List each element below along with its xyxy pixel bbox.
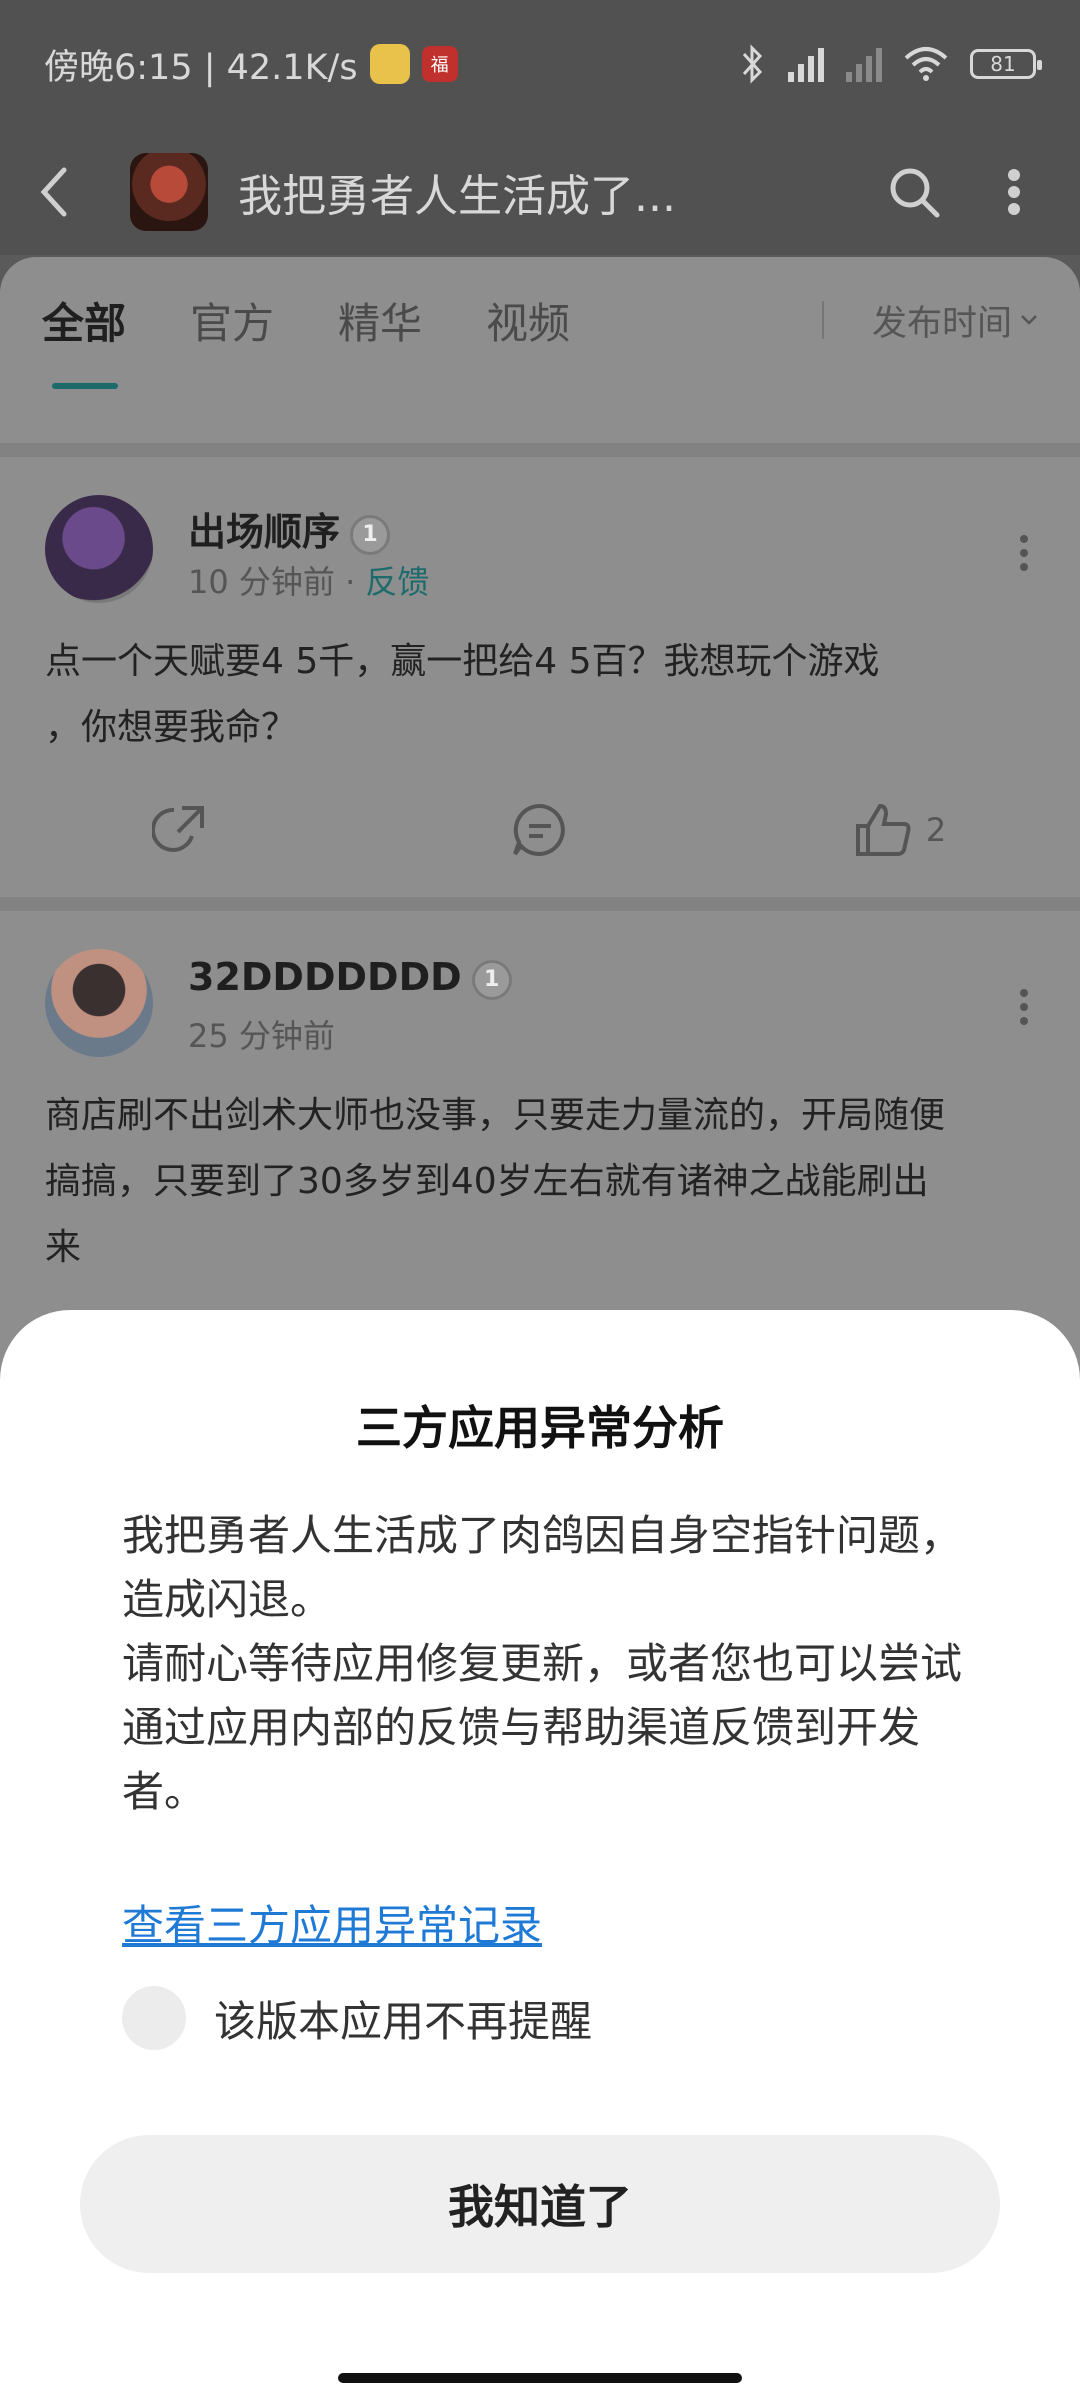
like-count: 2 — [925, 811, 947, 849]
post-meta: 10 分钟前 · 反馈 — [188, 557, 429, 603]
notification-badge: 福 — [421, 46, 458, 82]
app-crash-dialog: 三方应用异常分析 我把勇者人生活成了肉鸽因自身空指针问题，造成闪退。 请耐心等待… — [0, 1310, 1080, 2400]
comment-button[interactable] — [360, 795, 720, 865]
post-more-button[interactable] — [1020, 535, 1030, 571]
post-text-line: 来 — [45, 1227, 82, 1268]
sort-divider — [821, 301, 824, 339]
tab-bar: 全部 官方 精华 视频 发布时间 — [0, 265, 1080, 389]
back-button[interactable] — [36, 162, 86, 222]
post-text-line: ，你想要我命？ — [45, 707, 298, 748]
app-header: 我把勇者人生活成了... — [0, 128, 1080, 255]
avatar[interactable] — [45, 949, 153, 1057]
post-body[interactable]: 点一个天赋要4 5千，赢一把给4 5百？我想玩个游戏 ，你想要我命？ — [45, 629, 1035, 761]
top-bar: 傍晚6:15 | 42.1K/s 福 81 我把勇者人生活成了... — [0, 0, 1080, 255]
tab-all[interactable]: 全部 — [42, 290, 126, 389]
search-button[interactable] — [884, 162, 944, 222]
sort-label: 发布时间 — [871, 303, 1012, 344]
dialog-message-line: 请耐心等待应用修复更新，或者您也可以尝试通过应用内部的反馈与帮助渠道反馈到开发者… — [122, 1639, 963, 1816]
share-button[interactable] — [0, 795, 360, 865]
post-meta: 25 分钟前 — [188, 1011, 335, 1057]
bluetooth-icon — [742, 44, 763, 84]
post-time: 25 分钟前 — [188, 1017, 335, 1055]
comment-icon — [513, 803, 565, 856]
status-bar: 傍晚6:15 | 42.1K/s 福 81 — [0, 0, 1080, 128]
level-badge: 1 — [350, 514, 391, 555]
share-icon — [152, 806, 204, 852]
battery-icon: 81 — [970, 49, 1042, 79]
thumbs-up-icon — [855, 803, 911, 856]
post-author-name: 32DDDDDDD — [188, 955, 462, 999]
dialog-message-line: 我把勇者人生活成了肉鸽因自身空指针问题，造成闪退。 — [122, 1511, 963, 1624]
meta-separator: · — [345, 563, 356, 601]
divider — [0, 897, 1080, 911]
app-icon — [130, 152, 208, 231]
signal-icon-2 — [846, 46, 882, 82]
tab-official[interactable]: 官方 — [190, 290, 274, 351]
post-author[interactable]: 32DDDDDDD 1 — [188, 955, 512, 1000]
avatar[interactable] — [45, 495, 153, 603]
sort-dropdown[interactable]: 发布时间 — [821, 295, 1038, 346]
checkbox-circle[interactable] — [122, 1986, 186, 2050]
more-options-button[interactable] — [984, 162, 1044, 222]
checkbox-label: 该版本应用不再提醒 — [214, 1996, 593, 2046]
chevron-left-icon — [40, 167, 67, 216]
got-it-button[interactable]: 我知道了 — [80, 2135, 1000, 2273]
post-text-line: 点一个天赋要4 5千，赢一把给4 5百？我想玩个游戏 — [45, 641, 880, 682]
post-tag[interactable]: 反馈 — [365, 563, 429, 601]
tab-featured[interactable]: 精华 — [338, 290, 422, 351]
search-icon — [890, 168, 940, 217]
post-more-button[interactable] — [1020, 989, 1030, 1025]
post-author-name: 出场顺序 — [188, 510, 341, 554]
divider — [0, 443, 1080, 457]
chevron-down-icon — [1021, 315, 1037, 325]
tab-video[interactable]: 视频 — [486, 290, 570, 351]
status-time: 傍晚6:15 | 42.1K/s — [44, 47, 358, 88]
view-crash-records-link[interactable]: 查看三方应用异常记录 — [122, 1892, 542, 1953]
post-card[interactable]: 出场顺序 1 10 分钟前 · 反馈 点一个天赋要4 5千，赢一把给4 5百？我想… — [0, 457, 1080, 897]
like-button[interactable]: 2 — [720, 795, 1080, 865]
wifi-icon — [904, 47, 948, 81]
post-time: 10 分钟前 — [188, 563, 335, 601]
dialog-message: 我把勇者人生活成了肉鸽因自身空指针问题，造成闪退。 请耐心等待应用修复更新，或者… — [122, 1504, 962, 1824]
dialog-title: 三方应用异常分析 — [356, 1401, 724, 1455]
post-actions: 2 — [0, 795, 1080, 865]
signal-icon — [788, 46, 824, 82]
notification-icon — [369, 44, 410, 84]
home-indicator[interactable] — [338, 2373, 742, 2383]
post-text-line: 商店刷不出剑术大师也没事，只要走力量流的，开局随便 — [45, 1095, 946, 1136]
post-body[interactable]: 商店刷不出剑术大师也没事，只要走力量流的，开局随便 搞搞，只要到了30多岁到40… — [45, 1083, 1035, 1281]
post-text-line: 搞搞，只要到了30多岁到40岁左右就有诸神之战能刷出 — [45, 1161, 929, 1202]
more-vertical-icon — [1008, 168, 1020, 215]
dont-remind-checkbox[interactable]: 该版本应用不再提醒 — [122, 1986, 592, 2050]
level-badge: 1 — [471, 959, 512, 1000]
post-author[interactable]: 出场顺序 1 — [188, 501, 391, 556]
page-title: 我把勇者人生活成了... — [238, 170, 676, 222]
post-card[interactable]: 32DDDDDDD 1 25 分钟前 商店刷不出剑术大师也没事，只要走力量流的，开… — [0, 911, 1080, 1311]
